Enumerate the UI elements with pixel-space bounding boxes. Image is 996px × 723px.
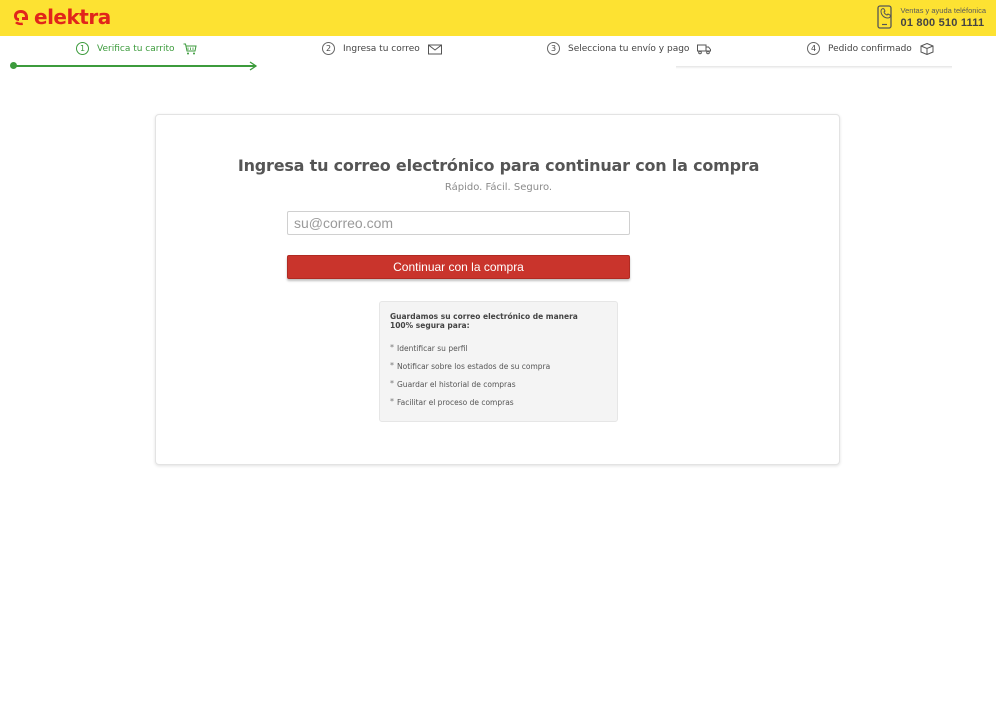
step-ingresa-correo[interactable]: 2 Ingresa tu correo [322, 42, 442, 55]
step-label: Verifica tu carrito [97, 43, 175, 54]
step-selecciona-envio[interactable]: 3 Selecciona tu envío y pago [547, 42, 712, 55]
box-icon [920, 42, 934, 55]
checkout-steps: 1 Verifica tu carrito 2 Ingresa tu corre… [0, 36, 996, 68]
elektra-logo[interactable]: elektra [11, 7, 111, 27]
asterisk-icon: * [390, 379, 394, 388]
list-item: * Identificar su perfil [390, 344, 607, 362]
page-title: Ingresa tu correo electrónico para conti… [237, 156, 760, 175]
step-label: Selecciona tu envío y pago [568, 43, 690, 54]
brand-name: elektra [34, 5, 111, 29]
list-item-text: Notificar sobre los estados de su compra [397, 362, 551, 371]
phone-number: 01 800 510 1111 [900, 16, 985, 29]
asterisk-icon: * [390, 397, 394, 406]
email-input[interactable] [287, 211, 630, 235]
truck-icon [697, 44, 712, 54]
step-label: Pedido confirmado [828, 43, 912, 54]
phone-icon [876, 5, 892, 29]
list-item: * Guardar el historial de compras [390, 380, 607, 398]
phone-support[interactable]: Ventas y ayuda teléfonica 01 800 510 111… [875, 3, 986, 31]
step-verifica-carrito[interactable]: 1 Verifica tu carrito [76, 42, 197, 55]
privacy-info-box: Guardamos su correo electrónico de maner… [379, 301, 618, 422]
email-card: Ingresa tu correo electrónico para conti… [155, 114, 840, 465]
progress-bar [12, 65, 256, 67]
list-item: * Notificar sobre los estados de su compr… [390, 362, 607, 380]
step-pedido-confirmado[interactable]: 4 Pedido confirmado [807, 42, 934, 55]
info-list: * Identificar su perfil * Notificar sobre … [390, 344, 607, 416]
step-number: 2 [322, 42, 335, 55]
continue-button[interactable]: Continuar con la compra [287, 255, 630, 279]
cart-icon [183, 43, 197, 54]
list-item-text: Facilitar el proceso de compras [397, 398, 514, 407]
asterisk-icon: * [390, 343, 394, 352]
asterisk-icon: * [390, 361, 394, 370]
page-subtitle: Rápido. Fácil. Seguro. [444, 182, 553, 193]
step-label: Ingresa tu correo [343, 43, 420, 54]
list-item: * Facilitar el proceso de compras [390, 398, 607, 416]
steps-shadow [676, 66, 952, 69]
elektra-logo-icon [14, 10, 28, 26]
step-number: 3 [547, 42, 560, 55]
progress-arrow-icon [249, 61, 258, 71]
list-item-text: Guardar el historial de compras [397, 380, 516, 389]
list-item-text: Identificar su perfil [397, 344, 468, 353]
envelope-icon [427, 44, 442, 54]
step-number: 1 [76, 42, 89, 55]
info-heading: Guardamos su correo electrónico de maner… [390, 312, 578, 330]
phone-label: Ventas y ayuda teléfonica [900, 6, 986, 16]
step-number: 4 [807, 42, 820, 55]
top-header: elektra Ventas y ayuda teléfonica 01 800… [0, 0, 996, 36]
